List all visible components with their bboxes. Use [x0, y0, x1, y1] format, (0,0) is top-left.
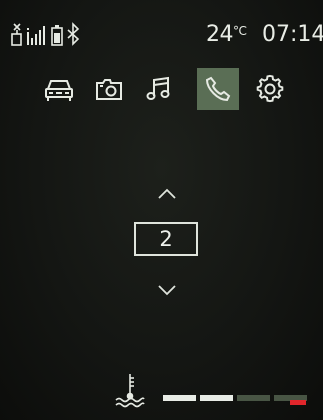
decrease-button[interactable] [155, 282, 179, 298]
temperature-value: 24 [206, 22, 234, 47]
increase-button[interactable] [155, 186, 179, 202]
gauge-segment-2 [200, 395, 233, 401]
antenna-icon [11, 23, 22, 46]
main-nav [0, 68, 323, 112]
outside-temperature: 24°C [206, 22, 247, 47]
gear-icon [256, 74, 284, 103]
gauge-segment-3 [237, 395, 270, 401]
status-icons [10, 20, 90, 50]
selected-value: 2 [134, 222, 198, 256]
chevron-down-icon [158, 285, 176, 296]
gauge-segment-1 [163, 395, 196, 401]
nav-item-settings[interactable] [249, 68, 291, 110]
value-selector: 2 [0, 178, 323, 308]
display-screen: 24°C 07:14 2 [0, 0, 323, 420]
signal-strength-icon [27, 26, 45, 45]
chevron-up-icon [158, 188, 176, 199]
bluetooth-icon [67, 22, 80, 46]
car-icon [45, 80, 73, 101]
nav-item-music[interactable] [138, 68, 180, 110]
nav-item-phone[interactable] [197, 68, 239, 110]
music-note-icon [146, 76, 170, 100]
clock: 07:14 [262, 22, 323, 47]
nav-item-camera[interactable] [88, 68, 130, 110]
coolant-temperature-gauge [113, 372, 318, 410]
nav-item-car[interactable] [38, 68, 80, 110]
phone-icon [205, 76, 231, 102]
gauge-warning-marker [290, 400, 306, 405]
battery-icon [51, 25, 63, 46]
camera-icon [96, 79, 122, 100]
coolant-temperature-icon [115, 374, 145, 408]
status-bar: 24°C 07:14 [10, 18, 323, 54]
temperature-unit: °C [233, 24, 247, 38]
